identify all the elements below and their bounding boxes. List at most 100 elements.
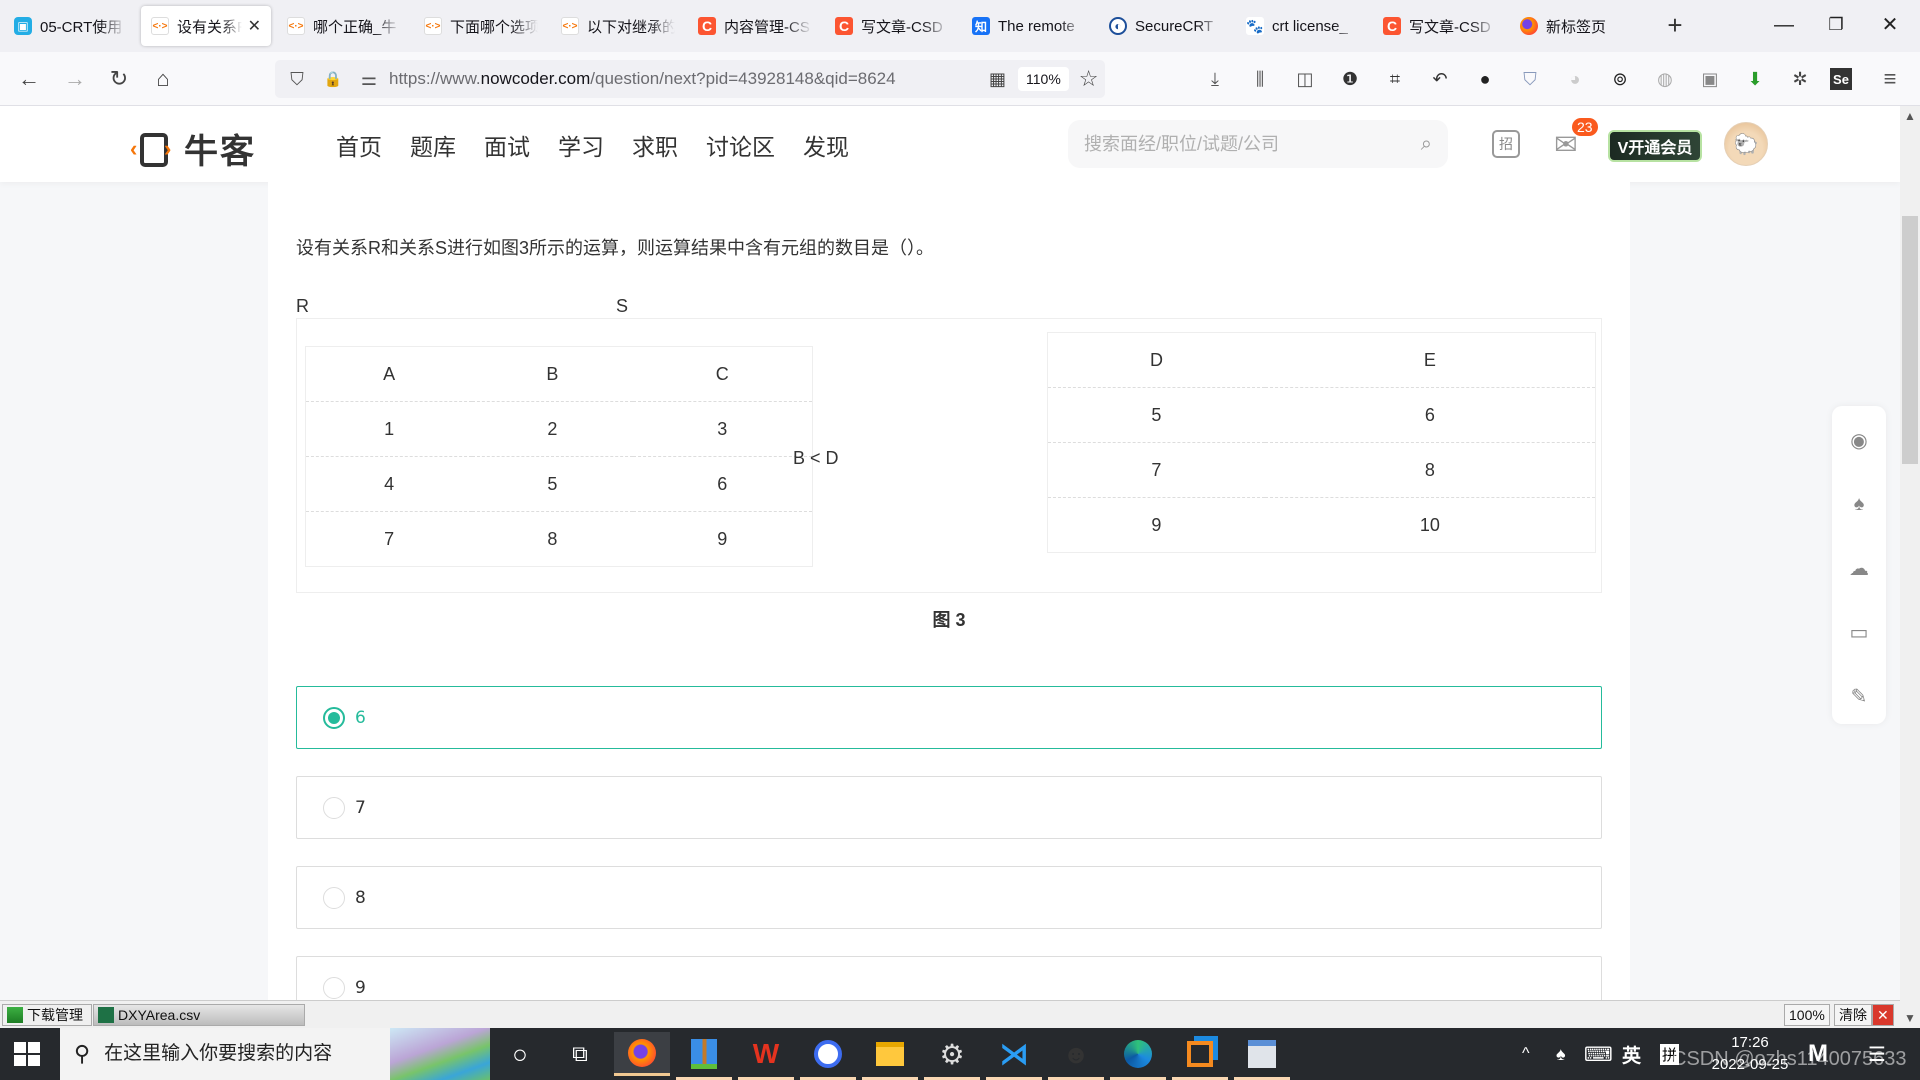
tampermonkey-extension-icon[interactable]: ▣ bbox=[1695, 64, 1725, 94]
recruit-icon[interactable]: 招 bbox=[1492, 130, 1520, 158]
vip-button[interactable]: V开通会员 bbox=[1608, 130, 1702, 162]
radio-button[interactable] bbox=[323, 976, 345, 999]
qq-tray-icon[interactable]: ♠ bbox=[1556, 1028, 1566, 1080]
globe-egg-extension-icon[interactable]: ◕ bbox=[1560, 64, 1590, 94]
downloads-icon[interactable]: ⤓ bbox=[1200, 64, 1230, 94]
taskbar-vscode[interactable]: ⋊ bbox=[986, 1032, 1042, 1080]
radio-button-selected[interactable] bbox=[323, 706, 345, 729]
search-icon[interactable]: ⌕ bbox=[1421, 133, 1432, 156]
scroll-down-arrow[interactable]: ▼ bbox=[1900, 1008, 1920, 1028]
browser-tab[interactable]: C 内容管理-CS bbox=[688, 6, 822, 46]
url-bar[interactable]: ⛉ 🔒 ⚌ https://www.nowcoder.com/question/… bbox=[275, 60, 1105, 98]
taskbar-firefox[interactable] bbox=[614, 1032, 670, 1076]
ime-language[interactable]: 英 bbox=[1622, 1028, 1641, 1080]
site-search-input[interactable] bbox=[1084, 133, 1421, 155]
home-button[interactable]: ⌂ bbox=[148, 64, 178, 94]
answer-option-b[interactable]: 7 bbox=[296, 776, 1602, 839]
close-tab-icon[interactable]: ✕ bbox=[248, 16, 261, 36]
nav-interview[interactable]: 面试 bbox=[484, 128, 530, 162]
palm-extension-icon[interactable]: ✲ bbox=[1785, 64, 1815, 94]
download-manager-button[interactable]: 下载管理 bbox=[2, 1004, 92, 1026]
weibo-icon[interactable]: ◉ bbox=[1845, 426, 1873, 454]
keyboard-icon[interactable]: ⌨ bbox=[1584, 1028, 1613, 1080]
nav-home[interactable]: 首页 bbox=[336, 128, 382, 162]
new-tab-button[interactable]: + bbox=[1660, 10, 1690, 40]
user-avatar[interactable]: 🐑 bbox=[1724, 122, 1768, 166]
browser-tab[interactable]: <·> 下面哪个选项 bbox=[414, 6, 548, 46]
forward-button[interactable]: → bbox=[60, 64, 90, 94]
browser-tab[interactable]: ▣ 05-CRT使用 bbox=[4, 6, 136, 46]
clear-downloads-button[interactable]: 清除 bbox=[1834, 1004, 1872, 1026]
taskbar-wps[interactable]: W bbox=[738, 1032, 794, 1080]
molecule-extension-icon[interactable]: ● bbox=[1470, 64, 1500, 94]
taskbar-javaee-ide[interactable]: ⚙ bbox=[924, 1032, 980, 1080]
taskbar-edge[interactable] bbox=[1110, 1032, 1166, 1080]
browser-tab[interactable]: 新标签页 bbox=[1510, 6, 1644, 46]
vertical-scrollbar[interactable]: ▲ ▼ bbox=[1900, 106, 1920, 1028]
close-download-bar-button[interactable]: ✕ bbox=[1872, 1004, 1894, 1026]
browser-tab[interactable]: 知 The remote bbox=[962, 6, 1096, 46]
window-close-button[interactable]: ✕ bbox=[1870, 10, 1910, 40]
permissions-icon[interactable]: ⚌ bbox=[355, 69, 383, 90]
browser-tab[interactable]: <·> 以下对继承的 bbox=[551, 6, 685, 46]
back-button[interactable]: ← bbox=[14, 64, 44, 94]
taskbar-remote-app[interactable] bbox=[1234, 1032, 1290, 1080]
menu-icon[interactable]: ≡ bbox=[1875, 64, 1905, 94]
lock-icon[interactable]: 🔒 bbox=[319, 70, 347, 88]
windows-start-button[interactable] bbox=[14, 1042, 40, 1066]
edit-icon[interactable]: ✎ bbox=[1845, 682, 1873, 710]
browser-tab[interactable]: ◐ SecureCRT bbox=[1099, 6, 1233, 46]
zoom-level-badge[interactable]: 110% bbox=[1018, 67, 1069, 91]
browser-tab[interactable]: C 写文章-CSD bbox=[1373, 6, 1507, 46]
selenium-extension-icon[interactable]: Se bbox=[1830, 68, 1852, 90]
download-zoom-button[interactable]: 100% bbox=[1784, 1004, 1830, 1026]
restore-button[interactable]: ❐ bbox=[1816, 10, 1856, 40]
nav-learning[interactable]: 学习 bbox=[558, 128, 604, 162]
radio-button[interactable] bbox=[323, 796, 345, 819]
download-manager-extension-icon[interactable]: ⬇ bbox=[1740, 64, 1770, 94]
answer-option-d[interactable]: 9 bbox=[296, 956, 1602, 1000]
url-text[interactable]: https://www.nowcoder.com/question/next?p… bbox=[389, 69, 979, 89]
taskbar-file-explorer[interactable] bbox=[862, 1032, 918, 1080]
sidebar-icon[interactable]: ◫ bbox=[1290, 64, 1320, 94]
browser-tab[interactable]: 🐾 crt license_ bbox=[1236, 6, 1370, 46]
undo-extension-icon[interactable]: ↶ bbox=[1425, 64, 1455, 94]
scroll-up-arrow[interactable]: ▲ bbox=[1900, 106, 1920, 126]
taskbar-archive-app[interactable] bbox=[676, 1032, 732, 1080]
taskbar-chat-app[interactable] bbox=[800, 1032, 856, 1080]
nav-question-bank[interactable]: 题库 bbox=[410, 128, 456, 162]
wechat-icon[interactable]: ☁ bbox=[1845, 554, 1873, 582]
answer-option-a[interactable]: 6 bbox=[296, 686, 1602, 749]
download-file-item[interactable]: DXYArea.csv bbox=[93, 1004, 305, 1026]
nav-discussion[interactable]: 讨论区 bbox=[706, 128, 775, 162]
tracking-shield-icon[interactable]: ⛉ bbox=[283, 69, 311, 90]
reload-button[interactable]: ↻ bbox=[104, 64, 134, 94]
nav-discover[interactable]: 发现 bbox=[803, 128, 849, 162]
taskbar-vmware[interactable] bbox=[1172, 1032, 1228, 1080]
tray-show-hidden[interactable]: ^ bbox=[1522, 1028, 1530, 1080]
answer-option-c[interactable]: 8 bbox=[296, 866, 1602, 929]
nowcoder-logo[interactable]: ‹ › 牛客 bbox=[130, 124, 256, 173]
scrollbar-thumb[interactable] bbox=[1902, 216, 1918, 464]
crop-extension-icon[interactable]: ⌗ bbox=[1380, 64, 1410, 94]
browser-tab-active[interactable]: <·> 设有关系R ✕ bbox=[141, 6, 271, 46]
browser-tab[interactable]: <·> 哪个正确_牛 bbox=[277, 6, 411, 46]
shield-extension-icon[interactable]: ⛉ bbox=[1515, 64, 1545, 94]
globe-extension-icon[interactable]: ◍ bbox=[1650, 64, 1680, 94]
qr-code-icon[interactable]: ▦ bbox=[989, 69, 1006, 90]
library-icon[interactable]: ⫼ bbox=[1245, 64, 1275, 94]
onetab-extension-icon[interactable]: ❶ bbox=[1335, 64, 1365, 94]
bookmark-star-icon[interactable]: ☆ bbox=[1079, 66, 1099, 92]
radio-button[interactable] bbox=[323, 886, 345, 909]
taskbar-search-input[interactable] bbox=[104, 1043, 385, 1065]
column-header: A bbox=[305, 346, 473, 402]
link-extension-icon[interactable]: ⊚ bbox=[1605, 64, 1635, 94]
tablet-icon[interactable]: ▭ bbox=[1845, 618, 1873, 646]
minimize-button[interactable]: — bbox=[1764, 10, 1804, 40]
nav-jobs[interactable]: 求职 bbox=[632, 128, 678, 162]
cortana-icon[interactable]: ○ bbox=[492, 1032, 548, 1076]
taskbar-anime-app[interactable]: ☻ bbox=[1048, 1032, 1104, 1080]
task-view-icon[interactable]: ⧉ bbox=[552, 1032, 608, 1076]
browser-tab[interactable]: C 写文章-CSD bbox=[825, 6, 959, 46]
qq-icon[interactable]: ♠ bbox=[1845, 490, 1873, 518]
